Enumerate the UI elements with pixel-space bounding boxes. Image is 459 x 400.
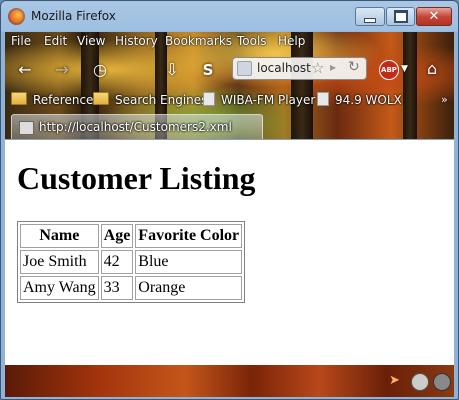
back-arrow-icon[interactable]: ← bbox=[14, 59, 36, 81]
menu-bookmarks[interactable]: Bookmarks bbox=[165, 34, 232, 48]
cell-color: Orange bbox=[135, 276, 243, 300]
url-text[interactable]: localhost bbox=[257, 61, 311, 75]
tab-customers[interactable]: http://localhost/Customers2.xml bbox=[11, 114, 263, 139]
window-title: Mozilla Firefox bbox=[31, 9, 116, 23]
forward-arrow-icon[interactable]: → bbox=[51, 59, 73, 81]
bookmarks-overflow-icon[interactable]: » bbox=[441, 93, 448, 106]
adblock-icon[interactable]: ABP bbox=[379, 60, 399, 80]
minimize-button[interactable] bbox=[355, 7, 385, 26]
bookmark-folder-search-engines[interactable]: Search Engines bbox=[93, 92, 207, 107]
cell-color: Blue bbox=[135, 250, 243, 274]
bookmark-label: WIBA-FM Player bbox=[221, 93, 316, 107]
maximize-icon bbox=[393, 10, 408, 23]
cell-name: Amy Wang bbox=[20, 276, 99, 300]
page-icon bbox=[19, 121, 34, 135]
page-title: Customer Listing bbox=[17, 160, 256, 196]
menu-edit[interactable]: Edit bbox=[44, 34, 67, 48]
minimize-icon bbox=[364, 18, 376, 23]
cell-age: 42 bbox=[100, 250, 134, 274]
tab-title: http://localhost/Customers2.xml bbox=[39, 120, 232, 134]
addon-arrow-icon[interactable]: ➤ bbox=[389, 373, 405, 389]
bookmark-label: 94.9 WOLX bbox=[335, 93, 402, 107]
bookmark-folder-reference[interactable]: Reference bbox=[11, 92, 93, 107]
download-icon[interactable]: ⇩ bbox=[161, 59, 183, 81]
browser-window: Mozilla Firefox ✕ File Edit View History… bbox=[0, 0, 459, 400]
page-icon bbox=[203, 92, 215, 106]
menu-view[interactable]: View bbox=[77, 34, 105, 48]
chevron-down-icon[interactable]: ▼ bbox=[401, 64, 408, 74]
table-row: Joe Smith 42 Blue bbox=[20, 250, 243, 274]
tab-strip: http://localhost/Customers2.xml bbox=[5, 114, 454, 139]
close-button[interactable]: ✕ bbox=[416, 7, 452, 26]
menu-history[interactable]: History bbox=[115, 34, 158, 48]
skype-icon[interactable]: S bbox=[197, 59, 219, 81]
firefox-logo-icon[interactable] bbox=[8, 8, 25, 25]
close-icon: ✕ bbox=[428, 9, 440, 24]
reload-icon[interactable]: ↻ bbox=[348, 59, 360, 75]
column-header-age: Age bbox=[100, 224, 134, 248]
table-header-row: Name Age Favorite Color bbox=[20, 224, 243, 248]
page-content: Customer Listing Name Age Favorite Color… bbox=[5, 139, 454, 366]
column-header-name: Name bbox=[20, 224, 99, 248]
maximize-button[interactable] bbox=[386, 7, 415, 26]
title-bar[interactable]: Mozilla Firefox ✕ bbox=[1, 1, 458, 32]
home-icon[interactable]: ⌂ bbox=[427, 59, 437, 78]
menu-file[interactable]: File bbox=[11, 34, 31, 48]
page-icon bbox=[317, 92, 329, 106]
info-icon[interactable] bbox=[433, 373, 451, 391]
bookmark-label: Search Engines bbox=[115, 93, 208, 107]
folder-icon bbox=[93, 92, 109, 105]
menu-tools[interactable]: Tools bbox=[237, 34, 267, 48]
table-row: Amy Wang 33 Orange bbox=[20, 276, 243, 300]
menu-help[interactable]: Help bbox=[278, 34, 305, 48]
cell-name: Joe Smith bbox=[20, 250, 99, 274]
address-bar[interactable]: localhost ☆ ▸ ↻ bbox=[232, 57, 367, 80]
go-arrow-icon[interactable]: ▸ bbox=[330, 60, 336, 74]
site-identity-icon[interactable] bbox=[237, 61, 252, 76]
addon-icon[interactable] bbox=[411, 373, 429, 391]
column-header-favorite-color: Favorite Color bbox=[135, 224, 243, 248]
cell-age: 33 bbox=[100, 276, 134, 300]
star-icon[interactable]: ☆ bbox=[311, 59, 324, 77]
bookmark-wiba-fm-player[interactable]: WIBA-FM Player bbox=[203, 92, 315, 107]
bookmark-label: Reference bbox=[33, 93, 94, 107]
clock-icon[interactable]: ◷ bbox=[89, 59, 111, 81]
folder-icon bbox=[11, 92, 27, 105]
customer-table: Name Age Favorite Color Joe Smith 42 Blu… bbox=[17, 221, 246, 303]
add-on-bar: ➤ bbox=[5, 365, 454, 397]
bookmark-wolx[interactable]: 94.9 WOLX bbox=[317, 92, 402, 107]
